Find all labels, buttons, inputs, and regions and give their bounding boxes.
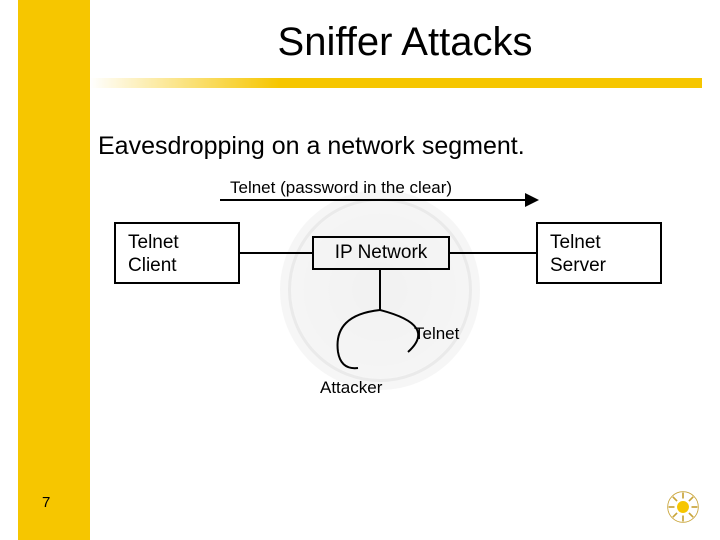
client-line2: Client [128,255,226,278]
arrow-line [220,199,530,201]
arrow-head-icon [525,193,539,207]
slide-title: Sniffer Attacks [90,20,720,65]
branch-label: Telnet [414,324,459,344]
ip-network-box: IP Network [312,236,450,270]
arrow-label: Telnet (password in the clear) [230,178,452,198]
server-line1: Telnet [550,232,648,255]
page-number: 7 [42,494,50,511]
slide-subtitle: Eavesdropping on a network segment. [98,132,525,161]
client-line1: Telnet [128,232,226,255]
telnet-server-box: Telnet Server [536,222,662,284]
title-underline [90,78,702,88]
connector-ip-server [450,252,536,254]
telnet-client-box: Telnet Client [114,222,240,284]
connector-client-ip [240,252,312,254]
sun-logo-icon [666,490,700,524]
sidebar-accent [18,0,90,540]
attacker-tap-line [308,270,468,370]
attacker-label: Attacker [320,378,382,398]
server-line2: Server [550,255,648,278]
